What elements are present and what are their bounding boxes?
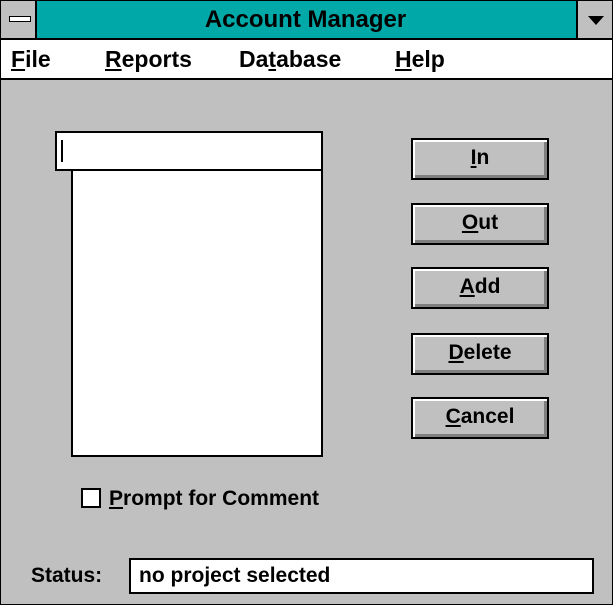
delete-button-mnemonic: D bbox=[448, 341, 464, 364]
menu-help-label: elp bbox=[411, 46, 445, 72]
title-bar[interactable]: Account Manager bbox=[1, 1, 612, 40]
project-input[interactable] bbox=[55, 131, 323, 171]
delete-button[interactable]: Delete bbox=[411, 333, 549, 375]
menu-bar: File Reports Database Help bbox=[1, 40, 612, 80]
delete-button-label: elete bbox=[463, 341, 512, 364]
status-field: no project selected bbox=[129, 558, 594, 594]
menu-file[interactable]: File bbox=[11, 40, 51, 78]
menu-reports[interactable]: Reports bbox=[105, 40, 192, 78]
dropdown-button[interactable] bbox=[576, 1, 612, 38]
system-menu-button[interactable] bbox=[1, 1, 37, 38]
status-label: Status: bbox=[31, 564, 103, 587]
in-button-label: n bbox=[476, 146, 490, 169]
menu-reports-label: eports bbox=[121, 46, 192, 72]
out-button-label: ut bbox=[478, 211, 499, 234]
menu-help[interactable]: Help bbox=[395, 40, 445, 78]
menu-database-mnemonic: t bbox=[268, 46, 277, 72]
add-button[interactable]: Add bbox=[411, 267, 549, 309]
menu-file-mnemonic: F bbox=[11, 46, 26, 72]
menu-database[interactable]: Database bbox=[239, 40, 341, 78]
menu-reports-mnemonic: R bbox=[105, 46, 122, 72]
text-caret bbox=[61, 140, 63, 162]
account-manager-window: Account Manager File Reports Database He… bbox=[0, 0, 613, 605]
menu-help-mnemonic: H bbox=[395, 46, 412, 72]
prompt-for-comment-checkbox[interactable] bbox=[81, 488, 101, 508]
prompt-mnemonic: P bbox=[109, 487, 124, 510]
prompt-label-text: rompt for Comment bbox=[123, 487, 320, 510]
in-button[interactable]: In bbox=[411, 138, 549, 180]
prompt-for-comment-label[interactable]: Prompt for Comment bbox=[109, 486, 319, 512]
project-list[interactable] bbox=[71, 169, 323, 457]
add-button-label: dd bbox=[474, 275, 501, 298]
triangle-down-icon bbox=[588, 16, 604, 25]
window-title: Account Manager bbox=[204, 6, 407, 33]
out-button-mnemonic: O bbox=[461, 211, 479, 234]
menu-database-label-post: abase bbox=[276, 46, 342, 72]
cancel-button[interactable]: Cancel bbox=[411, 397, 549, 439]
minus-bar-icon bbox=[9, 16, 31, 22]
add-button-mnemonic: A bbox=[459, 275, 475, 298]
out-button[interactable]: Out bbox=[411, 203, 549, 245]
menu-file-label: ile bbox=[25, 46, 51, 72]
menu-database-label-pre: Da bbox=[239, 46, 269, 72]
cancel-button-label: ancel bbox=[460, 405, 515, 428]
cancel-button-mnemonic: C bbox=[445, 405, 461, 428]
